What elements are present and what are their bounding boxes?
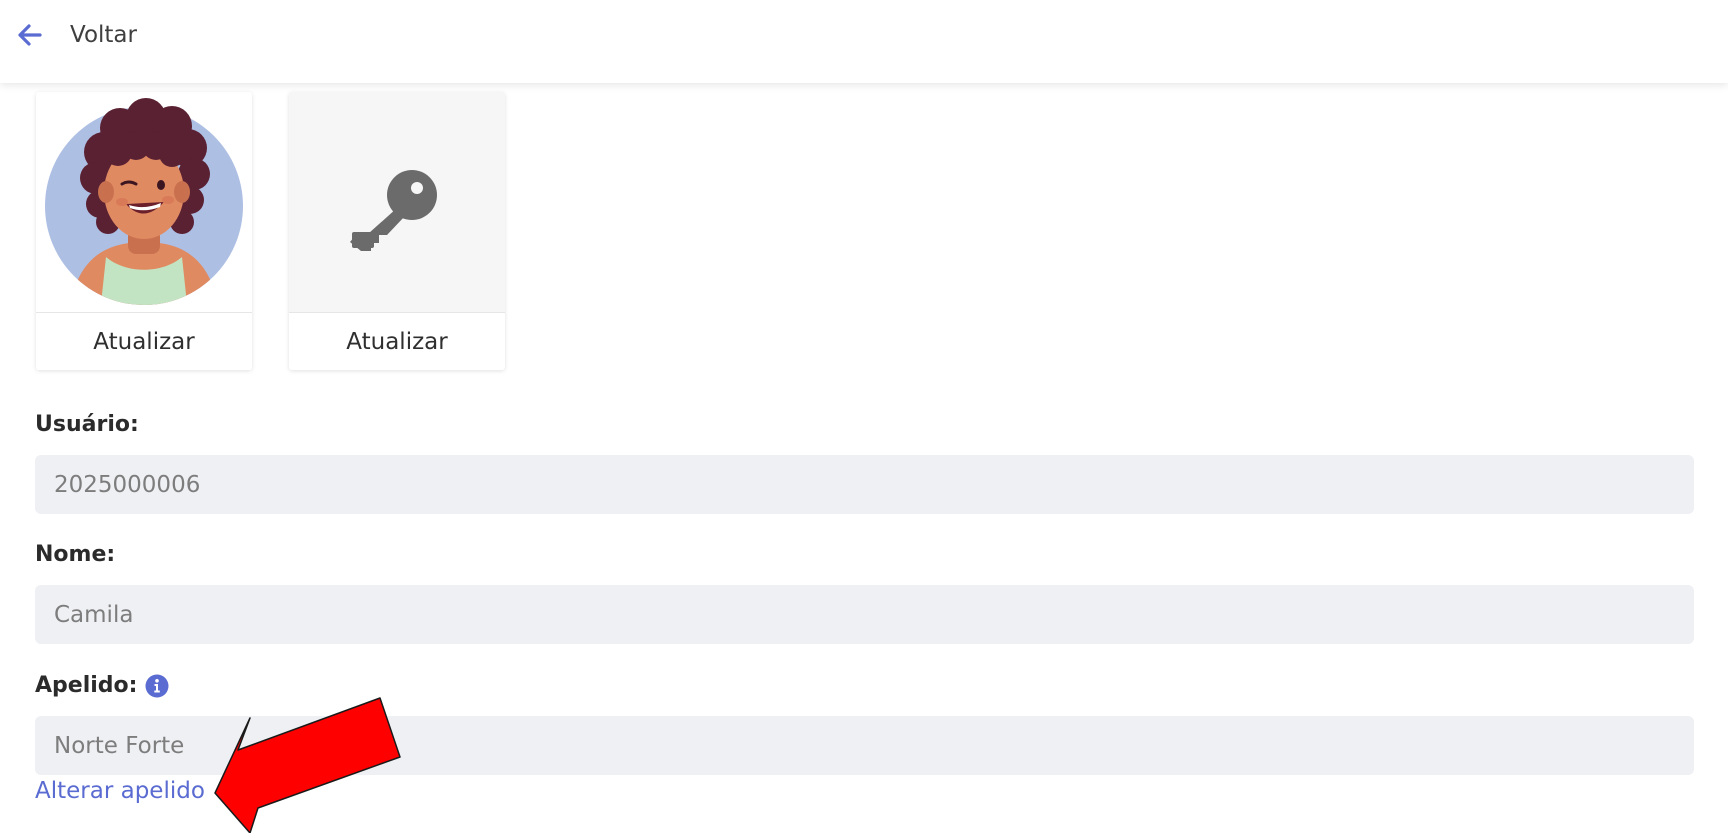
change-nickname-link[interactable]: Alterar apelido [35,778,205,804]
key-icon [350,170,437,251]
arrow-left-icon[interactable] [14,20,44,50]
usuario-value: 2025000006 [54,471,201,498]
avatar-card: Atualizar [36,92,252,370]
info-icon[interactable] [145,674,169,698]
usuario-label-text: Usuário: [35,412,139,437]
back-button[interactable]: Voltar [70,20,137,50]
apelido-label-text: Apelido: [35,673,138,698]
nome-label-text: Nome: [35,542,116,567]
password-card: Atualizar [289,92,505,370]
top-bar: Voltar [0,0,1728,83]
nome-label: Nome: [35,542,115,567]
usuario-field[interactable]: 2025000006 [35,455,1694,514]
annotation-arrow-icon [214,697,401,833]
update-avatar-button[interactable]: Atualizar [36,312,252,370]
apelido-value: Norte Forte [54,732,185,759]
avatar-illustration [45,98,243,305]
update-password-button[interactable]: Atualizar [289,312,505,370]
usuario-label: Usuário: [35,412,139,437]
apelido-label: Apelido: [35,673,169,698]
nome-value: Camila [54,601,134,628]
nome-field[interactable]: Camila [35,585,1694,644]
